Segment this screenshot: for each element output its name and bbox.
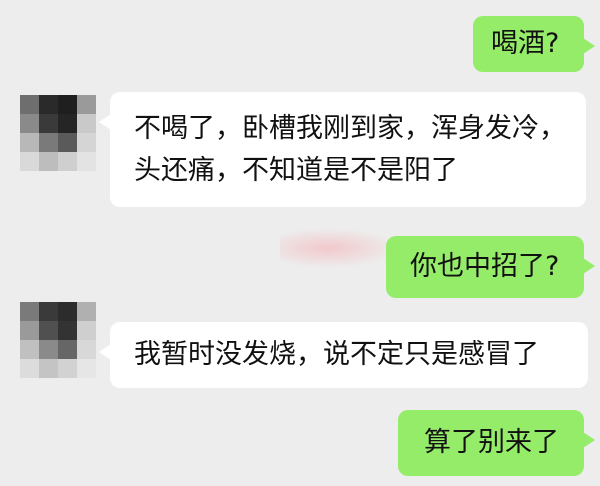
incoming-message-1[interactable]: 不喝了，卧槽我刚到家，浑身发冷， 头还痛，不知道是不是阳了 [99, 92, 586, 207]
message-text: 算了别来了 [424, 427, 559, 458]
message-text: 你也中招了? [410, 251, 560, 282]
message-text: 我暂时没发烧，说不定只是感冒了 [134, 339, 539, 370]
outgoing-message-2[interactable]: 你也中招了? [386, 236, 595, 298]
incoming-message-2[interactable]: 我暂时没发烧，说不定只是感冒了 [99, 322, 588, 388]
message-text-line-1: 不喝了，卧槽我刚到家，浑身发冷， [134, 113, 566, 144]
message-text: 喝酒? [491, 28, 560, 59]
message-text-line-2: 头还痛，不知道是不是阳了 [134, 155, 458, 186]
outgoing-message-3[interactable]: 算了别来了 [398, 410, 595, 476]
outgoing-message-1[interactable]: 喝酒? [473, 16, 595, 72]
avatar-icon[interactable] [20, 95, 96, 171]
avatar-icon[interactable] [20, 302, 96, 378]
redacted-blur [280, 228, 400, 268]
